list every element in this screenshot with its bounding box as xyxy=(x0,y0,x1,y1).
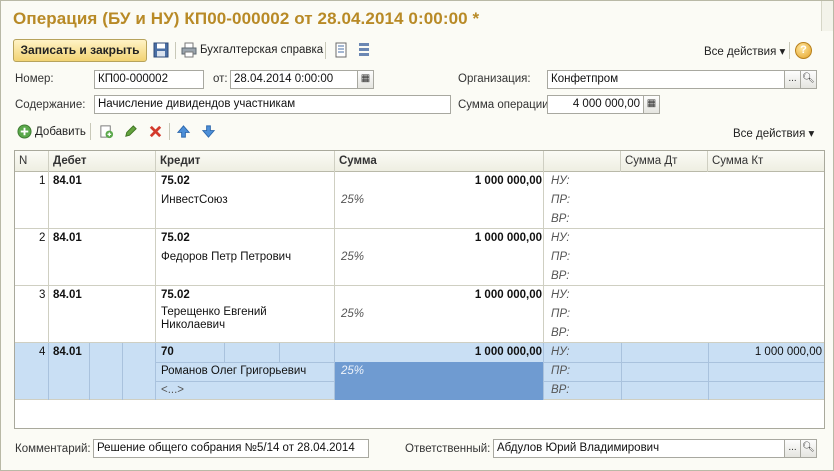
row-sum[interactable]: 1 000 000,00 xyxy=(441,175,542,187)
row-sum[interactable]: 1 000 000,00 xyxy=(441,232,542,244)
debit-account[interactable]: 84.01 xyxy=(53,346,82,358)
toolbar-separator xyxy=(90,123,91,140)
add-button[interactable]: Добавить xyxy=(35,126,86,138)
delete-x-icon[interactable] xyxy=(148,124,163,139)
floppy-disk-icon[interactable] xyxy=(153,42,169,58)
col-header-tax[interactable] xyxy=(544,151,621,172)
row-sum[interactable]: 1 000 000,00 xyxy=(441,346,542,358)
row-number: 1 xyxy=(39,175,46,187)
document-window: Операция (БУ и НУ) КП00-000002 от 28.04.… xyxy=(0,0,834,471)
save-and-close-button[interactable]: Записать и закрыть xyxy=(13,39,147,62)
add-icon[interactable] xyxy=(17,124,32,139)
credit-subconto[interactable]: Терещенко Евгений Николаевич xyxy=(161,306,331,332)
toolbar-separator xyxy=(169,123,170,140)
row-percent: 25% xyxy=(341,251,365,263)
col-header-n[interactable]: N xyxy=(15,151,49,172)
entries-table: N Дебет Кредит Сумма Сумма Дт Сумма Кт 1… xyxy=(14,150,825,429)
number-label: Номер: xyxy=(15,73,54,85)
content-field[interactable]: Начисление дивидендов участникам xyxy=(94,95,451,114)
help-icon[interactable]: ? xyxy=(795,42,812,59)
row-number: 2 xyxy=(39,232,46,244)
search-icon[interactable]: 🔍︎ xyxy=(800,439,817,458)
credit-subconto[interactable]: Федоров Петр Петрович xyxy=(161,251,291,263)
col-header-sum[interactable]: Сумма xyxy=(335,151,544,172)
select-ellipsis-icon[interactable]: ... xyxy=(784,70,801,89)
tax-vr-label: ВР: xyxy=(551,213,570,225)
credit-account[interactable]: 75.02 xyxy=(161,232,190,244)
selected-percent-cell[interactable] xyxy=(335,362,543,400)
credit-account[interactable]: 75.02 xyxy=(161,289,190,301)
row-number: 4 xyxy=(39,346,46,358)
comment-field[interactable]: Решение общего собрания №5/14 от 28.04.2… xyxy=(93,439,369,458)
row-sum-kt[interactable]: 1 000 000,00 xyxy=(712,346,822,358)
col-header-debit[interactable]: Дебет xyxy=(49,151,156,172)
credit-subconto[interactable]: Романов Олег Григорьевич xyxy=(161,365,306,377)
tax-nu-label: НУ: xyxy=(551,175,570,187)
responsible-label: Ответственный: xyxy=(405,443,491,455)
date-label: от: xyxy=(213,73,228,85)
date-field[interactable]: 28.04.2014 0:00:00 xyxy=(230,70,358,89)
number-field[interactable]: КП00-000002 xyxy=(94,70,204,89)
main-toolbar: Записать и закрыть Бухгалтерская справка… xyxy=(13,39,825,63)
window-title: Операция (БУ и НУ) КП00-000002 от 28.04.… xyxy=(13,9,480,28)
operation-sum-field[interactable]: 4 000 000,00 xyxy=(547,95,644,114)
printer-icon[interactable] xyxy=(181,42,197,58)
row-percent: 25% xyxy=(341,194,365,206)
table-row[interactable]: 1 84.01 75.02 ИнвестСоюз 1 000 000,00 25… xyxy=(15,172,824,229)
row-sum[interactable]: 1 000 000,00 xyxy=(441,289,542,301)
operation-sum-label: Сумма операции: xyxy=(458,99,552,111)
all-actions-menu[interactable]: Все действия ▾ xyxy=(704,44,785,58)
toolbar-separator xyxy=(325,42,326,59)
table-row-selected[interactable]: 4 84.01 70 Романов Олег Григорьевич <...… xyxy=(15,343,824,400)
tax-nu-label: НУ: xyxy=(551,289,570,301)
tax-vr-label: ВР: xyxy=(551,270,570,282)
debit-account[interactable]: 84.01 xyxy=(53,232,82,244)
calculator-icon[interactable]: ▦ xyxy=(643,95,660,114)
accounting-reference-link[interactable]: Бухгалтерская справка xyxy=(200,44,323,56)
table-toolbar: Добавить Все действия ▾ xyxy=(15,123,823,143)
list-structure-icon[interactable] xyxy=(356,42,372,58)
tax-pr-label: ПР: xyxy=(551,194,571,206)
table-all-actions-menu[interactable]: Все действия ▾ xyxy=(733,126,814,140)
tax-pr-label: ПР: xyxy=(551,308,571,320)
tax-nu-label: НУ: xyxy=(551,346,570,358)
comment-label: Комментарий: xyxy=(15,443,91,455)
col-header-sum-dt[interactable]: Сумма Дт xyxy=(621,151,708,172)
organization-label: Организация: xyxy=(458,73,531,85)
tax-nu-label: НУ: xyxy=(551,232,570,244)
document-report-icon[interactable] xyxy=(333,42,349,58)
table-header: N Дебет Кредит Сумма Сумма Дт Сумма Кт xyxy=(15,151,824,172)
organization-field[interactable]: Конфетпром xyxy=(547,70,785,89)
tax-pr-label: ПР: xyxy=(551,365,571,377)
credit-subconto[interactable]: ИнвестСоюз xyxy=(161,194,228,206)
credit-account[interactable]: 70 xyxy=(161,346,174,358)
debit-account[interactable]: 84.01 xyxy=(53,289,82,301)
search-icon[interactable]: 🔍︎ xyxy=(800,70,817,89)
row-number: 3 xyxy=(39,289,46,301)
toolbar-separator xyxy=(789,42,790,59)
toolbar-separator xyxy=(175,42,176,59)
tax-vr-label: ВР: xyxy=(551,384,570,396)
tax-pr-label: ПР: xyxy=(551,251,571,263)
copy-row-icon[interactable] xyxy=(99,124,114,139)
row-percent: 25% xyxy=(341,308,365,320)
row-percent: 25% xyxy=(341,365,365,377)
calendar-icon[interactable]: ▦ xyxy=(357,70,374,89)
credit-subconto-empty[interactable]: <...> xyxy=(161,384,184,396)
col-header-credit[interactable]: Кредит xyxy=(156,151,335,172)
tax-vr-label: ВР: xyxy=(551,327,570,339)
table-row[interactable]: 3 84.01 75.02 Терещенко Евгений Николаев… xyxy=(15,286,824,343)
col-header-sum-kt[interactable]: Сумма Кт xyxy=(708,151,824,172)
arrow-up-icon[interactable] xyxy=(176,124,191,139)
responsible-field[interactable]: Абдулов Юрий Владимирович xyxy=(493,439,785,458)
debit-account[interactable]: 84.01 xyxy=(53,175,82,187)
window-corner xyxy=(821,1,833,31)
content-label: Содержание: xyxy=(15,99,86,111)
select-ellipsis-icon[interactable]: ... xyxy=(784,439,801,458)
edit-pencil-icon[interactable] xyxy=(123,124,138,139)
arrow-down-icon[interactable] xyxy=(201,124,216,139)
table-row[interactable]: 2 84.01 75.02 Федоров Петр Петрович 1 00… xyxy=(15,229,824,286)
credit-account[interactable]: 75.02 xyxy=(161,175,190,187)
